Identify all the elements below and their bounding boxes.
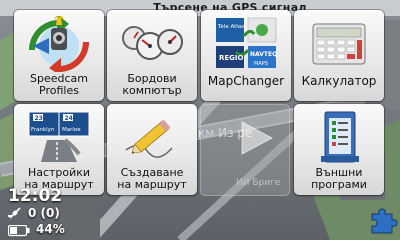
calculator-tile[interactable]: Калкулатор [294, 10, 384, 101]
external-programs-tile[interactable]: Външни програми [294, 104, 384, 195]
pencil-icon [125, 119, 173, 158]
calculator-label: Калкулатор [301, 74, 377, 88]
mapchanger-icon: Tele Atlas REGIO NAVTEQ MAPS [216, 17, 277, 68]
sign-exit-left: 23 [35, 115, 43, 122]
puzzle-icon[interactable] [368, 206, 398, 236]
create-route-label: Създаване на маршрут [117, 166, 187, 191]
speedcam-profiles-tile[interactable]: Speedcam Profiles [14, 10, 104, 101]
route-settings-icon: 23 24 Franklyn Marloe [28, 111, 90, 162]
external-programs-label: Външни програми [311, 166, 367, 191]
tele-atlas-text: Tele Atlas [217, 24, 244, 30]
mapchanger-tile[interactable]: Tele Atlas REGIO NAVTEQ MAPS MapChanger [201, 10, 291, 101]
calculator-icon [312, 23, 366, 65]
sign-town-left: Franklyn [31, 127, 55, 133]
external-programs-icon [321, 111, 359, 163]
speedcam-icon [28, 16, 90, 72]
satellite-status: 0 (0) [6, 206, 86, 220]
trip-computer-tile[interactable]: Бордови компютър [107, 10, 197, 101]
trip-computer-label: Бордови компютър [122, 72, 182, 97]
create-route-tile[interactable]: Създаване на маршрут [107, 104, 197, 195]
battery-status: 44% [6, 222, 86, 238]
mapchanger-label: MapChanger [207, 74, 285, 88]
battery-icon [8, 225, 30, 237]
sign-town-right: Marloe [62, 127, 81, 133]
clock: 12:02 [8, 186, 63, 206]
route-settings-tile[interactable]: 23 24 Franklyn Marloe Настройки на маршр… [14, 104, 104, 195]
sign-exit-right: 24 [65, 115, 73, 122]
speedcam-profiles-label: Speedcam Profiles [30, 72, 88, 97]
navteq-text: NAVTEQ [250, 51, 277, 58]
play-arrow-icon[interactable] [236, 118, 276, 158]
gauges-icon [122, 26, 183, 60]
satellite-count: 0 (0) [28, 206, 60, 220]
battery-percentage: 44% [36, 222, 65, 236]
maps-text: MAPS [254, 61, 268, 67]
region-text: REGIO [219, 54, 244, 62]
satellite-icon [8, 207, 21, 219]
